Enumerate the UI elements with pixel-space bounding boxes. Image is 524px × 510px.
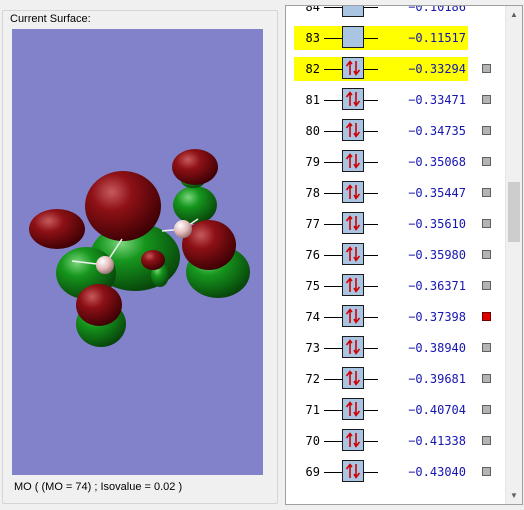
mo-number: 80 bbox=[305, 124, 320, 138]
mo-row[interactable]: 81 −0.33471 bbox=[294, 88, 504, 112]
occupied-orbital-icon[interactable] bbox=[342, 150, 364, 172]
positive-lobe bbox=[141, 250, 165, 270]
current-surface-title: Current Surface: bbox=[8, 13, 93, 25]
surface-checkbox[interactable] bbox=[482, 64, 491, 73]
surface-checkbox[interactable] bbox=[482, 405, 491, 414]
occupied-orbital-icon[interactable] bbox=[342, 305, 364, 327]
mo-number: 81 bbox=[305, 93, 320, 107]
vertical-scrollbar[interactable]: ▲ ▼ bbox=[505, 6, 522, 504]
mo-energy: −0.11517 bbox=[408, 31, 466, 45]
occupied-orbital-icon[interactable] bbox=[342, 212, 364, 234]
surface-checkbox[interactable] bbox=[482, 436, 491, 445]
surface-checkbox[interactable] bbox=[482, 95, 491, 104]
mo-row[interactable]: 72 −0.39681 bbox=[294, 367, 504, 391]
positive-lobe bbox=[29, 209, 85, 249]
mo-isovalue-caption: MO ( (MO = 74) ; Isovalue = 0.02 ) bbox=[14, 481, 183, 493]
mo-row[interactable]: 75 −0.36371 bbox=[294, 274, 504, 298]
mo-number: 70 bbox=[305, 434, 320, 448]
hydrogen-atom bbox=[96, 256, 114, 274]
surface-checkbox[interactable] bbox=[482, 188, 491, 197]
mo-number: 79 bbox=[305, 155, 320, 169]
mo-row[interactable]: 84 −0.10186 bbox=[294, 5, 504, 19]
virtual-orbital-icon[interactable] bbox=[342, 26, 364, 48]
mo-row[interactable]: 70 −0.41338 bbox=[294, 429, 504, 453]
positive-lobe bbox=[172, 149, 218, 185]
mo-energy: −0.35980 bbox=[408, 248, 466, 262]
orbital-render bbox=[29, 149, 250, 347]
surface-selected-checkbox[interactable] bbox=[482, 312, 491, 321]
surface-checkbox[interactable] bbox=[482, 467, 491, 476]
mo-row[interactable]: 79 −0.35068 bbox=[294, 150, 504, 174]
mo-row[interactable]: 82 −0.33294 bbox=[294, 57, 504, 81]
mo-row[interactable]: 74 −0.37398 bbox=[294, 305, 504, 329]
mo-number: 73 bbox=[305, 341, 320, 355]
surface-checkbox[interactable] bbox=[482, 343, 491, 352]
occupied-orbital-icon[interactable] bbox=[342, 243, 364, 265]
mo-energy: −0.33294 bbox=[408, 62, 466, 76]
mo-row[interactable]: 80 −0.34735 bbox=[294, 119, 504, 143]
virtual-orbital-icon[interactable] bbox=[342, 6, 364, 17]
occupied-orbital-icon[interactable] bbox=[342, 88, 364, 110]
mo-number: 74 bbox=[305, 310, 320, 324]
mo-energy: −0.38940 bbox=[408, 341, 466, 355]
mo-number: 75 bbox=[305, 279, 320, 293]
mo-energy: −0.40704 bbox=[408, 403, 466, 417]
scroll-thumb[interactable] bbox=[508, 182, 520, 242]
mo-number: 69 bbox=[305, 465, 320, 479]
mo-energy: −0.43040 bbox=[408, 465, 466, 479]
mo-number: 84 bbox=[305, 5, 320, 14]
occupied-orbital-icon[interactable] bbox=[342, 336, 364, 358]
mo-row[interactable]: 69 −0.43040 bbox=[294, 460, 504, 484]
mo-number: 82 bbox=[305, 62, 320, 76]
occupied-orbital-icon[interactable] bbox=[342, 57, 364, 79]
mo-row[interactable]: 77 −0.35610 bbox=[294, 212, 504, 236]
mo-list: 84 −0.10186 83 −0.11517 82 −0.33294 81 −0.33471… bbox=[286, 6, 506, 504]
mo-energy: −0.41338 bbox=[408, 434, 466, 448]
mo-number: 72 bbox=[305, 372, 320, 386]
occupied-orbital-icon[interactable] bbox=[342, 119, 364, 141]
mo-energy: −0.10186 bbox=[408, 5, 466, 14]
mo-energy: −0.37398 bbox=[408, 310, 466, 324]
mo-energy: −0.35447 bbox=[408, 186, 466, 200]
mo-energy: −0.33471 bbox=[408, 93, 466, 107]
mo-energy: −0.35068 bbox=[408, 155, 466, 169]
hydrogen-atom bbox=[174, 220, 192, 238]
mo-number: 78 bbox=[305, 186, 320, 200]
surface-checkbox[interactable] bbox=[482, 157, 491, 166]
occupied-orbital-icon[interactable] bbox=[342, 367, 364, 389]
occupied-orbital-icon[interactable] bbox=[342, 181, 364, 203]
mo-row[interactable]: 78 −0.35447 bbox=[294, 181, 504, 205]
molecule-viewport[interactable] bbox=[12, 29, 263, 475]
surface-checkbox[interactable] bbox=[482, 126, 491, 135]
surface-checkbox[interactable] bbox=[482, 281, 491, 290]
mo-energy: −0.39681 bbox=[408, 372, 466, 386]
occupied-orbital-icon[interactable] bbox=[342, 274, 364, 296]
scroll-up-arrow-icon[interactable]: ▲ bbox=[506, 6, 522, 23]
occupied-orbital-icon[interactable] bbox=[342, 398, 364, 420]
mo-row[interactable]: 83 −0.11517 bbox=[294, 26, 504, 50]
surface-checkbox[interactable] bbox=[482, 374, 491, 383]
negative-lobe bbox=[173, 186, 217, 224]
positive-lobe bbox=[76, 284, 122, 326]
mo-row[interactable]: 71 −0.40704 bbox=[294, 398, 504, 422]
mo-energy: −0.35610 bbox=[408, 217, 466, 231]
scroll-down-arrow-icon[interactable]: ▼ bbox=[506, 487, 522, 504]
mo-number: 77 bbox=[305, 217, 320, 231]
mo-diagram-panel[interactable]: 84 −0.10186 83 −0.11517 82 −0.33294 81 −0.33471… bbox=[285, 5, 523, 505]
mo-number: 83 bbox=[305, 31, 320, 45]
occupied-orbital-icon[interactable] bbox=[342, 429, 364, 451]
mo-row[interactable]: 73 −0.38940 bbox=[294, 336, 504, 360]
surface-checkbox[interactable] bbox=[482, 219, 491, 228]
occupied-orbital-icon[interactable] bbox=[342, 460, 364, 482]
mo-number: 76 bbox=[305, 248, 320, 262]
mo-energy: −0.36371 bbox=[408, 279, 466, 293]
positive-lobe bbox=[85, 171, 161, 241]
mo-row[interactable]: 76 −0.35980 bbox=[294, 243, 504, 267]
mo-number: 71 bbox=[305, 403, 320, 417]
mo-energy: −0.34735 bbox=[408, 124, 466, 138]
surface-checkbox[interactable] bbox=[482, 250, 491, 259]
